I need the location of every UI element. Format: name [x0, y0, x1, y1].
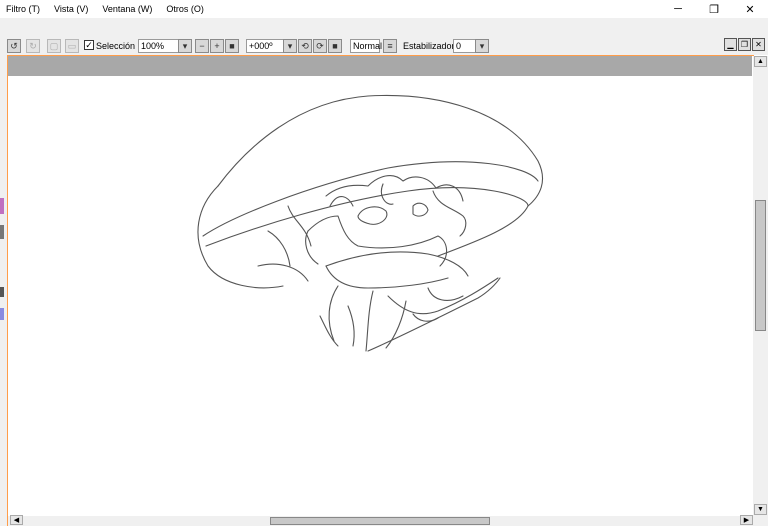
rotation-reset-icon[interactable]: ■: [328, 39, 342, 53]
color-swatch[interactable]: [0, 198, 4, 214]
sketch-drawing: [197, 94, 543, 352]
close-icon[interactable]: ✕: [732, 0, 768, 18]
flip-icon[interactable]: ≡: [383, 39, 397, 53]
zoom-reset-icon[interactable]: ■: [225, 39, 239, 53]
menu-list: Filtro (T) Vista (V) Ventana (W) Otros (…: [6, 4, 204, 14]
tool-marker[interactable]: [0, 287, 4, 297]
minimize-icon[interactable]: ─: [660, 0, 696, 18]
selection-checkbox[interactable]: ✓: [84, 40, 94, 50]
scroll-down-icon[interactable]: ▼: [754, 504, 767, 515]
toolbar: ↺ ↻ ▢ ▭ ✓ Selección 100% ▾ − + ■ +000º ▾…: [0, 18, 768, 55]
horizontal-scroll-thumb[interactable]: [270, 517, 490, 525]
scroll-left-icon[interactable]: ◀: [10, 515, 23, 525]
zoom-out-icon[interactable]: −: [195, 39, 209, 53]
zoom-dropdown-icon[interactable]: ▾: [178, 39, 192, 53]
undo-icon[interactable]: ↺: [7, 39, 21, 53]
window-controls: ─ ❐ ✕: [660, 0, 768, 18]
selection-label: Selección: [96, 41, 136, 51]
menu-vista[interactable]: Vista (V): [54, 4, 88, 14]
stabilizer-dropdown-icon[interactable]: ▾: [475, 39, 489, 53]
vertical-scrollbar[interactable]: ▲ ▼: [753, 56, 768, 516]
redo-icon[interactable]: ↻: [26, 39, 40, 53]
tool-marker[interactable]: [0, 225, 4, 239]
restore-icon[interactable]: ❐: [696, 0, 732, 18]
mdi-minimize-icon[interactable]: ▁: [724, 38, 737, 51]
color-swatch[interactable]: [0, 308, 4, 320]
menu-otros[interactable]: Otros (O): [166, 4, 204, 14]
scroll-right-icon[interactable]: ▶: [740, 515, 753, 525]
clear-selection-icon[interactable]: ▭: [65, 39, 79, 53]
vertical-scroll-thumb[interactable]: [755, 200, 766, 331]
zoom-in-icon[interactable]: +: [210, 39, 224, 53]
menu-filtro[interactable]: Filtro (T): [6, 4, 40, 14]
blend-mode-select[interactable]: Normal: [350, 39, 382, 53]
mdi-close-icon[interactable]: ✕: [752, 38, 765, 51]
menu-bar: Filtro (T) Vista (V) Ventana (W) Otros (…: [0, 0, 768, 18]
canvas-header-bar: [8, 56, 752, 76]
rotate-left-icon[interactable]: ⟲: [298, 39, 312, 53]
rotation-dropdown-icon[interactable]: ▾: [283, 39, 297, 53]
scroll-up-icon[interactable]: ▲: [754, 56, 767, 67]
horizontal-scrollbar[interactable]: ◀ ▶: [8, 515, 768, 526]
drawing-canvas[interactable]: [8, 56, 752, 516]
mdi-restore-icon[interactable]: ❐: [738, 38, 751, 51]
stabilizer-label: Estabilizador: [403, 41, 455, 51]
deselect-icon[interactable]: ▢: [47, 39, 61, 53]
rotate-right-icon[interactable]: ⟳: [313, 39, 327, 53]
menu-ventana[interactable]: Ventana (W): [102, 4, 152, 14]
left-panel-strip: [0, 55, 8, 526]
toolbar-row: ↺ ↻ ▢ ▭ ✓ Selección 100% ▾ − + ■ +000º ▾…: [0, 38, 768, 54]
